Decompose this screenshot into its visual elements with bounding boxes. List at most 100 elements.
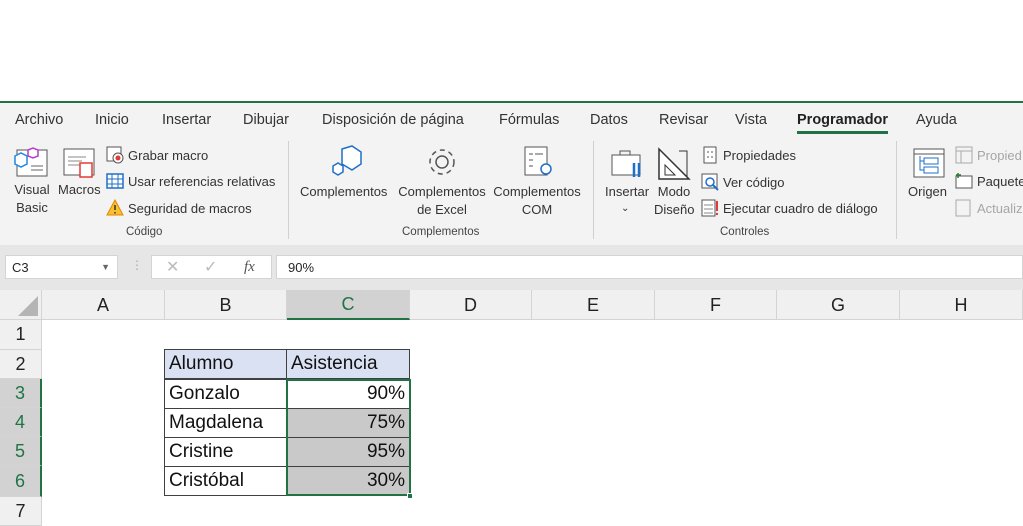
- macros-icon: [63, 148, 95, 178]
- map-properties-icon: [955, 146, 973, 164]
- gear-icon: [429, 149, 455, 175]
- tab-inicio[interactable]: Inicio: [95, 112, 129, 128]
- run-dialog-icon: [701, 199, 718, 217]
- tab-insertar[interactable]: Insertar: [162, 112, 211, 128]
- ribbon: Archivo Inicio Insertar Dibujar Disposic…: [0, 103, 1023, 245]
- diseno-label: Diseño: [654, 202, 695, 217]
- column-header-a[interactable]: A: [42, 290, 165, 320]
- addins-icon: [332, 145, 362, 176]
- tab-programador[interactable]: Programador: [797, 112, 889, 134]
- column-header-g[interactable]: G: [777, 290, 900, 320]
- properties-icon: [703, 146, 717, 164]
- group-controles-label: Controles: [720, 226, 770, 238]
- separator: [896, 141, 897, 239]
- selection-range: [286, 379, 411, 496]
- modo-label: Modo: [657, 184, 691, 199]
- column-header-b[interactable]: B: [165, 290, 287, 320]
- propiedades-label: Propiedades: [723, 147, 796, 163]
- name-box-value: C3: [12, 259, 29, 275]
- header-cell-alumno[interactable]: Alumno: [164, 349, 287, 379]
- propiedades-asignacion-button[interactable]: Propied: [955, 145, 1022, 165]
- seguridad-macros-button[interactable]: Seguridad de macros: [106, 198, 252, 218]
- complementos-excel-label-2: de Excel: [417, 202, 467, 217]
- cell-alumno[interactable]: Magdalena: [164, 408, 287, 438]
- row-header-4[interactable]: 4: [0, 408, 42, 437]
- actualizar-label: Actualiz: [977, 200, 1023, 216]
- formula-value: 90%: [288, 259, 315, 275]
- seguridad-label: Seguridad de macros: [128, 200, 252, 216]
- visual-basic-icon: [14, 147, 48, 177]
- complementos-com-label: Complementos: [493, 184, 581, 199]
- com-addins-icon: [524, 146, 552, 176]
- column-header-d[interactable]: D: [410, 290, 532, 320]
- warning-icon: [106, 199, 124, 216]
- grabar-macro-label: Grabar macro: [128, 147, 209, 163]
- row-header-1[interactable]: 1: [0, 320, 42, 350]
- cell-alumno[interactable]: Cristóbal: [164, 466, 287, 496]
- tab-datos[interactable]: Datos: [590, 112, 628, 128]
- formula-buttons: ✕ ✓ fx: [151, 255, 272, 279]
- row-header-2[interactable]: 2: [0, 350, 42, 379]
- complementos-com-label-2: COM: [521, 202, 553, 217]
- referencias-relativas-button[interactable]: Usar referencias relativas: [106, 171, 275, 191]
- column-header-h[interactable]: H: [900, 290, 1023, 320]
- visual-basic-label: Visual: [14, 182, 50, 197]
- ejecutar-label: Ejecutar cuadro de diálogo: [723, 200, 878, 216]
- separator: [288, 141, 289, 239]
- column-headers: A B C D E F G H: [0, 290, 1023, 320]
- expansion-packs-icon: [955, 173, 973, 189]
- ver-codigo-button[interactable]: Ver código: [701, 172, 784, 192]
- name-box[interactable]: C3 ▼: [5, 255, 118, 279]
- paquetes-expansion-button[interactable]: Paquete: [955, 171, 1023, 191]
- enter-check-icon[interactable]: ✓: [204, 257, 217, 277]
- column-header-e[interactable]: E: [532, 290, 655, 320]
- row-header-5[interactable]: 5: [0, 437, 42, 466]
- insertar-label: Insertar: [605, 184, 650, 199]
- complementos-excel-label: Complementos: [398, 184, 486, 199]
- row-header-7[interactable]: 7: [0, 497, 42, 526]
- row-header-3[interactable]: 3: [0, 379, 42, 408]
- origen-label: Origen: [908, 184, 948, 199]
- tab-formulas[interactable]: Fórmulas: [499, 112, 559, 128]
- group-codigo-label: Código: [126, 226, 163, 238]
- grid-icon: [106, 173, 124, 189]
- select-all-button[interactable]: [0, 290, 42, 320]
- xml-source-icon: [913, 148, 945, 178]
- record-macro-icon: [106, 146, 124, 164]
- propiedades-xml-label: Propied: [977, 147, 1022, 163]
- visual-basic-label-2: Basic: [16, 200, 48, 215]
- propiedades-button[interactable]: Propiedades: [701, 145, 796, 165]
- macros-label: Macros: [58, 182, 101, 197]
- tab-disposicion[interactable]: Disposición de página: [322, 112, 464, 128]
- column-header-c[interactable]: C: [287, 290, 410, 320]
- cell-alumno[interactable]: Cristine: [164, 437, 287, 467]
- formula-bar-area: C3 ▼ ⋮ ✕ ✓ fx 90%: [0, 245, 1023, 290]
- paquetes-label: Paquete: [977, 173, 1023, 189]
- view-code-icon: [701, 173, 719, 191]
- fill-handle[interactable]: [407, 493, 413, 499]
- formula-input[interactable]: 90%: [276, 255, 1023, 279]
- tab-dibujar[interactable]: Dibujar: [243, 112, 289, 128]
- actualizar-datos-button[interactable]: Actualiz: [955, 198, 1023, 218]
- header-cell-asistencia[interactable]: Asistencia: [286, 349, 410, 379]
- group-complementos-label: Complementos: [402, 226, 480, 238]
- cell-alumno[interactable]: Gonzalo: [164, 379, 287, 409]
- chevron-down-icon: ⌄: [621, 203, 630, 214]
- tab-archivo[interactable]: Archivo: [15, 112, 63, 128]
- insert-function-icon[interactable]: fx: [244, 259, 255, 276]
- ejecutar-dialogo-button[interactable]: Ejecutar cuadro de diálogo: [701, 198, 878, 218]
- complementos-label: Complementos: [300, 184, 388, 199]
- toolbox-icon: [611, 150, 641, 177]
- refresh-data-icon: [955, 199, 971, 217]
- drag-handle-icon[interactable]: ⋮: [131, 258, 143, 272]
- tab-revisar[interactable]: Revisar: [659, 112, 708, 128]
- design-mode-icon: [658, 147, 691, 180]
- cancel-icon[interactable]: ✕: [166, 257, 179, 277]
- tab-ayuda[interactable]: Ayuda: [916, 112, 957, 128]
- column-header-f[interactable]: F: [655, 290, 777, 320]
- separator: [593, 141, 594, 239]
- grabar-macro-button[interactable]: Grabar macro: [106, 145, 208, 165]
- referencias-label: Usar referencias relativas: [128, 173, 276, 189]
- tab-vista[interactable]: Vista: [735, 112, 767, 128]
- row-header-6[interactable]: 6: [0, 466, 42, 497]
